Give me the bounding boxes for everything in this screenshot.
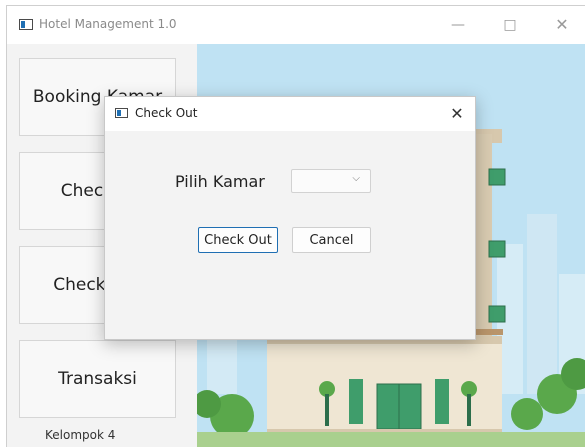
dialog-app-icon	[115, 108, 128, 118]
window-title: Hotel Management 1.0	[39, 17, 177, 31]
group-label: Kelompok 4	[45, 428, 116, 442]
pilih-kamar-combobox[interactable]: ⌵	[291, 169, 371, 193]
minimize-button[interactable]: —	[441, 14, 475, 36]
app-icon	[19, 19, 33, 30]
pilih-kamar-label: Pilih Kamar	[175, 172, 265, 191]
dialog-title-bar: Check Out ✕	[105, 97, 475, 131]
close-window-button[interactable]: ✕	[545, 14, 579, 36]
chevron-down-icon: ⌵	[352, 173, 360, 184]
dialog-close-button[interactable]: ✕	[443, 102, 471, 126]
check-out-dialog: Check Out ✕ Pilih Kamar ⌵ Check Out Canc…	[104, 96, 476, 340]
dialog-title: Check Out	[135, 106, 198, 120]
maximize-button[interactable]: □	[493, 14, 527, 36]
title-bar: Hotel Management 1.0 — □ ✕	[7, 6, 585, 44]
transaksi-button[interactable]: Transaksi	[19, 340, 176, 418]
cancel-button[interactable]: Cancel	[292, 227, 371, 253]
check-out-confirm-button[interactable]: Check Out	[198, 227, 278, 253]
